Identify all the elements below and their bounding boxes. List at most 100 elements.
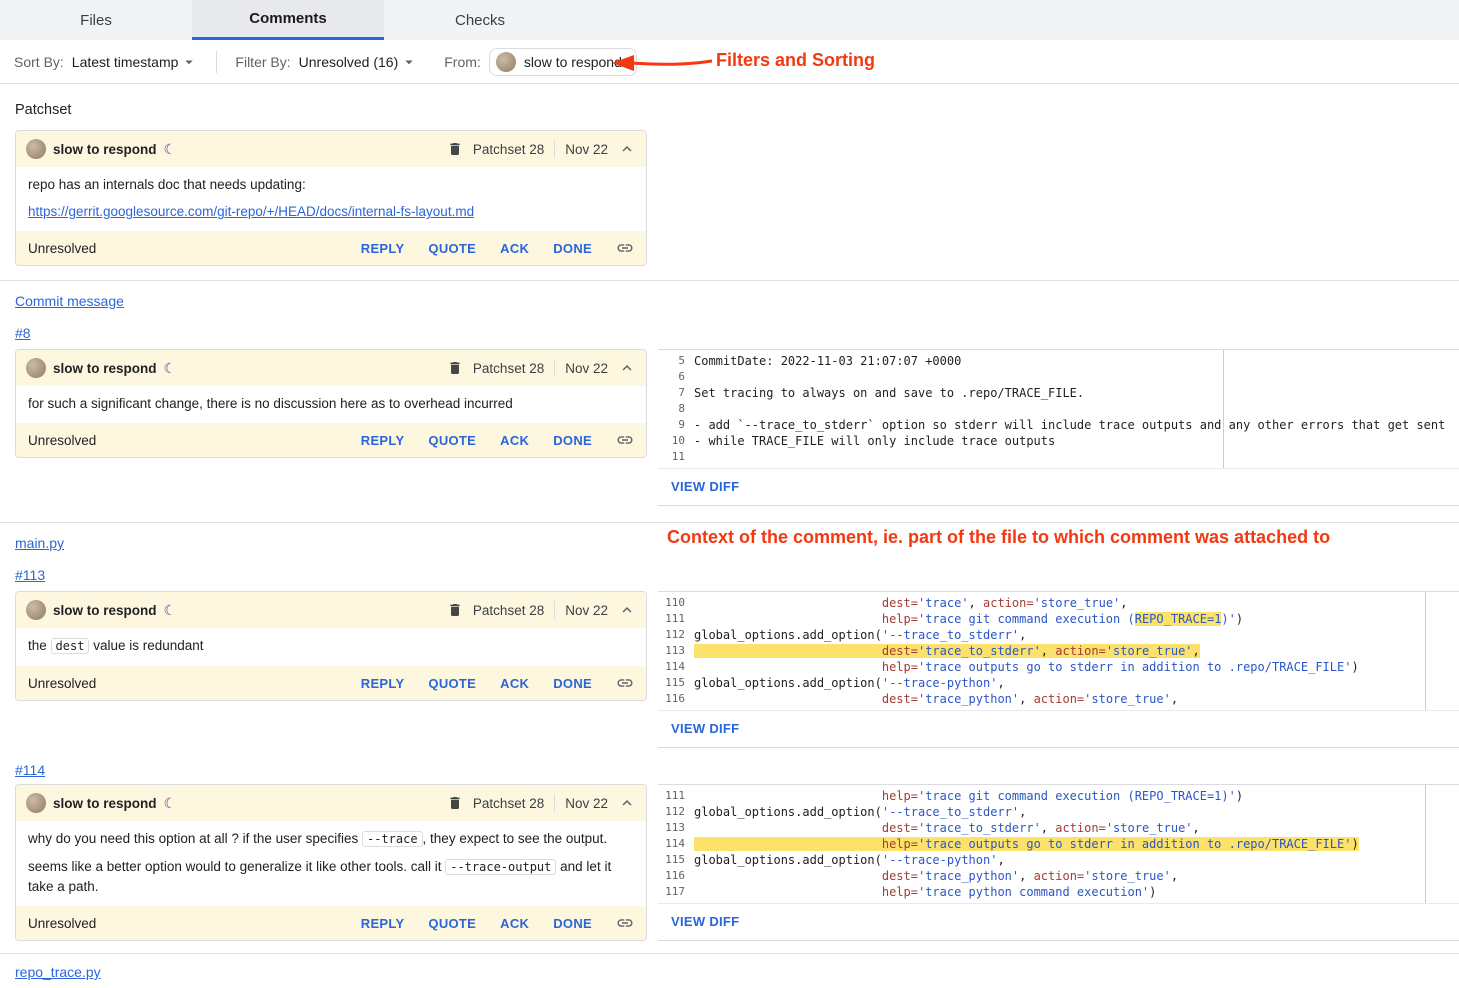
patchset-badge: Patchset 28	[473, 142, 544, 157]
reply-button[interactable]: REPLY	[361, 916, 405, 931]
comment-author: slow to respond	[53, 361, 157, 376]
delete-comment-button[interactable]	[447, 602, 463, 618]
diff-context-114: 111 help='trace git command execution (R…	[658, 784, 1459, 941]
patchset-badge: Patchset 28	[473, 796, 544, 811]
collapse-comment-button[interactable]	[618, 359, 636, 377]
comment-date: Nov 22	[565, 796, 608, 811]
comment-text: for such a significant change, there is …	[28, 394, 634, 413]
unresolved-label: Unresolved	[28, 241, 96, 256]
done-button[interactable]: DONE	[553, 676, 592, 691]
copy-link-icon[interactable]	[616, 239, 634, 257]
ack-button[interactable]: ACK	[500, 676, 529, 691]
comment-body: the dest value is redundant	[16, 628, 646, 666]
comment-text-prefix: the	[28, 638, 47, 653]
margin-guide-line	[1425, 592, 1426, 710]
moon-status-icon: ☾	[164, 141, 177, 158]
delete-comment-button[interactable]	[447, 795, 463, 811]
moon-status-icon: ☾	[164, 795, 177, 812]
comment-body: for such a significant change, there is …	[16, 386, 646, 423]
tab-checks-label: Checks	[455, 12, 505, 29]
thread-anchor-8[interactable]: #8	[15, 325, 31, 341]
comment-date: Nov 22	[565, 142, 608, 157]
comment-author: slow to respond	[53, 142, 157, 157]
thread-row-114: slow to respond ☾ Patchset 28 Nov 22	[15, 784, 1459, 941]
internal-fs-layout-link[interactable]: https://gerrit.googlesource.com/git-repo…	[28, 204, 474, 219]
comment-card-patchset: slow to respond ☾ Patchset 28 Nov 22 rep…	[15, 130, 647, 266]
comment-header[interactable]: slow to respond ☾ Patchset 28 Nov 22	[16, 785, 646, 821]
chevron-down-icon	[400, 53, 418, 71]
filters-toolbar: Sort By: Latest timestamp Filter By: Unr…	[0, 40, 1459, 84]
margin-guide-line	[1223, 350, 1224, 468]
code-lines: 5CommitDate: 2022-11-03 21:07:07 +000067…	[658, 350, 1459, 468]
avatar	[26, 793, 46, 813]
section-divider	[0, 522, 1459, 523]
copy-link-icon[interactable]	[616, 674, 634, 692]
copy-link-icon[interactable]	[616, 914, 634, 932]
tab-checks[interactable]: Checks	[384, 0, 576, 40]
tab-comments[interactable]: Comments	[192, 0, 384, 40]
reply-button[interactable]: REPLY	[361, 433, 405, 448]
delete-comment-button[interactable]	[447, 360, 463, 376]
thread-row-commit-message: slow to respond ☾ Patchset 28 Nov 22	[15, 349, 1459, 506]
tab-files[interactable]: Files	[0, 0, 192, 40]
quote-button[interactable]: QUOTE	[428, 916, 476, 931]
avatar	[26, 139, 46, 159]
reply-button[interactable]: REPLY	[361, 241, 405, 256]
ack-button[interactable]: ACK	[500, 433, 529, 448]
divider	[554, 794, 555, 812]
view-diff-button[interactable]: VIEW DIFF	[671, 721, 739, 736]
comment-text-suffix: value is redundant	[93, 638, 203, 653]
section-divider	[0, 953, 1459, 954]
patchset-badge: Patchset 28	[473, 603, 544, 618]
delete-comment-button[interactable]	[447, 141, 463, 157]
collapse-comment-button[interactable]	[618, 601, 636, 619]
comment-author: slow to respond	[53, 796, 157, 811]
main-py-link[interactable]: main.py	[15, 535, 64, 551]
comment-text-prefix: seems like a better option would to gene…	[28, 859, 441, 874]
comment-header[interactable]: slow to respond ☾ Patchset 28 Nov 22	[16, 350, 646, 386]
quote-button[interactable]: QUOTE	[428, 433, 476, 448]
tab-bar: Files Comments Checks	[0, 0, 1459, 40]
patchset-section-label: Patchset	[15, 102, 1459, 118]
from-chip-label: slow to respond	[524, 54, 622, 70]
reply-button[interactable]: REPLY	[361, 676, 405, 691]
unresolved-label: Unresolved	[28, 676, 96, 691]
filter-by-dropdown[interactable]: Unresolved (16)	[299, 53, 419, 71]
collapse-comment-button[interactable]	[618, 140, 636, 158]
ack-button[interactable]: ACK	[500, 241, 529, 256]
inline-code-trace-output: --trace-output	[445, 859, 556, 875]
view-diff-button[interactable]: VIEW DIFF	[671, 914, 739, 929]
code-lines: 111 help='trace git command execution (R…	[658, 785, 1459, 903]
sort-by-dropdown[interactable]: Latest timestamp	[72, 53, 199, 71]
thread-anchor-114[interactable]: #114	[15, 762, 45, 778]
thread-anchor-113[interactable]: #113	[15, 567, 45, 583]
comment-header[interactable]: slow to respond ☾ Patchset 28 Nov 22	[16, 592, 646, 628]
divider	[554, 359, 555, 377]
comment-date: Nov 22	[565, 603, 608, 618]
comment-header[interactable]: slow to respond ☾ Patchset 28 Nov 22	[16, 131, 646, 167]
moon-status-icon: ☾	[164, 360, 177, 377]
comment-card-113: slow to respond ☾ Patchset 28 Nov 22	[15, 591, 647, 701]
comment-footer: Unresolved REPLY QUOTE ACK DONE	[16, 231, 646, 265]
done-button[interactable]: DONE	[553, 916, 592, 931]
diff-context-113: 110 dest='trace', action='store_true',11…	[658, 591, 1459, 748]
comments-panel: Patchset slow to respond ☾ Patchset 28 N…	[0, 102, 1459, 988]
from-label: From:	[444, 54, 481, 70]
repo-trace-py-link[interactable]: repo_trace.py	[15, 964, 101, 980]
comment-card-commit: slow to respond ☾ Patchset 28 Nov 22	[15, 349, 647, 458]
done-button[interactable]: DONE	[553, 241, 592, 256]
collapse-comment-button[interactable]	[618, 794, 636, 812]
copy-link-icon[interactable]	[616, 431, 634, 449]
moon-status-icon: ☾	[164, 602, 177, 619]
view-diff-button[interactable]: VIEW DIFF	[671, 479, 739, 494]
section-divider	[0, 280, 1459, 281]
commit-message-link[interactable]: Commit message	[15, 293, 124, 309]
ack-button[interactable]: ACK	[500, 916, 529, 931]
toolbar-divider	[216, 51, 217, 73]
done-button[interactable]: DONE	[553, 433, 592, 448]
from-author-chip[interactable]: slow to respond	[489, 48, 637, 76]
sort-by-label: Sort By:	[14, 54, 64, 70]
quote-button[interactable]: QUOTE	[428, 241, 476, 256]
comment-author: slow to respond	[53, 603, 157, 618]
quote-button[interactable]: QUOTE	[428, 676, 476, 691]
